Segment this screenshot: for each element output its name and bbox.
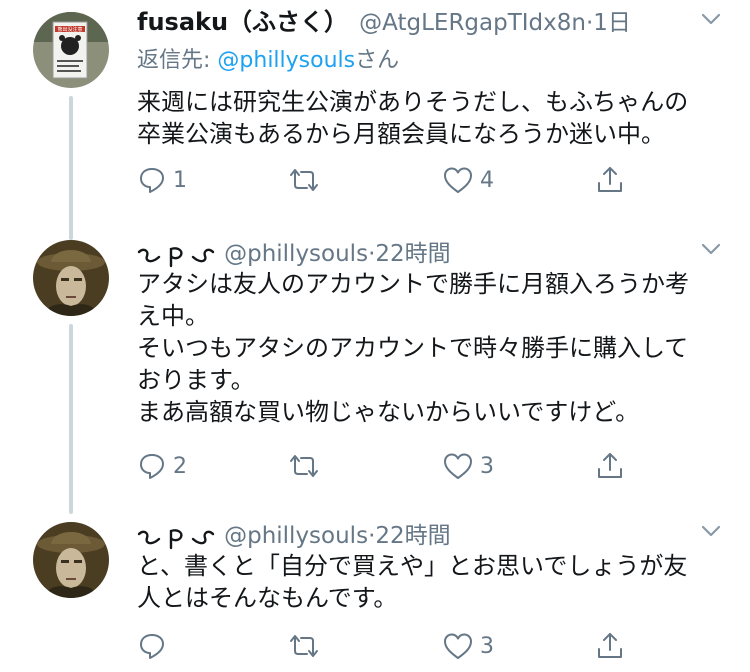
tweet-menu-button[interactable]: [700, 238, 722, 260]
like-icon: [444, 453, 472, 479]
user-handle[interactable]: @AtgLERgapTIdx8n: [359, 10, 586, 36]
like-icon: [444, 633, 472, 659]
like-icon: [444, 167, 472, 193]
tweet-text-line: おります。: [137, 366, 255, 394]
tweet-actions: 1 4: [137, 164, 637, 196]
reply-prefix: 返信先:: [137, 48, 218, 73]
reply-count: 2: [173, 453, 187, 479]
like-button[interactable]: 3: [442, 630, 494, 662]
tweet-text: アタシは友人のアカウントで勝手に月額入ろうか考 え中。 そいつもアタシのアカウン…: [137, 268, 722, 428]
reply-button[interactable]: 2: [137, 450, 187, 482]
tweet-header: @phillysouls·22時間: [137, 516, 451, 552]
avatar-image: [33, 522, 109, 598]
tweet-text: と、書くと「自分で買えや」とお思いでしょうが友 人とはそんなもんです。: [137, 550, 722, 614]
reply-user-link[interactable]: @phillysouls: [217, 48, 355, 73]
chevron-down-icon: [701, 13, 721, 25]
avatar[interactable]: [33, 240, 109, 316]
tweet-1[interactable]: 熊出没注意 fusaku（ふさく） @AtgLERgapTIdx8n·1日 返信…: [0, 0, 750, 224]
chevron-down-icon: [701, 525, 721, 537]
like-count: 3: [480, 453, 494, 479]
tweet-actions: 3: [137, 630, 637, 662]
tweet-text: 来週には研究生公演がありそうだし、もふちゃんの 卒業公演もあるから月額会員になろ…: [137, 86, 722, 150]
reply-count: 1: [173, 167, 187, 193]
display-name[interactable]: fusaku（ふさく）: [137, 8, 348, 36]
like-count: 4: [480, 167, 494, 193]
tweet-3[interactable]: @phillysouls·22時間 と、書くと「自分で買えや」とお思いでしょうが…: [0, 510, 750, 672]
retweet-button[interactable]: [287, 450, 327, 482]
share-button[interactable]: [595, 630, 625, 662]
tweet-actions: 2 3: [137, 450, 637, 482]
reply-icon: [140, 168, 164, 193]
timestamp[interactable]: 1日: [593, 10, 631, 36]
tweet-text-line: 卒業公演もあるから月額会員になろうか迷い中。: [137, 120, 665, 148]
tweet-text-line: そいつもアタシのアカウントで時々勝手に購入して: [137, 334, 689, 362]
username-emoji-icon[interactable]: [137, 526, 215, 552]
tweet-menu-button[interactable]: [700, 8, 722, 30]
chevron-down-icon: [701, 243, 721, 255]
retweet-button[interactable]: [287, 164, 327, 196]
tweet-text-line: 来週には研究生公演がありそうだし、もふちゃんの: [137, 88, 689, 116]
thread-connector-top: [69, 220, 73, 240]
thread-connector: [69, 96, 73, 224]
user-handle[interactable]: @phillysouls: [224, 241, 368, 267]
retweet-icon: [290, 635, 318, 657]
reply-button[interactable]: 1: [137, 164, 187, 196]
tweet-text-line: まあ高額な買い物じゃないからいいですけど。: [137, 398, 640, 426]
avatar-sign-text: 熊出没注意: [57, 26, 82, 33]
tweet-text-line: アタシは友人のアカウントで勝手に月額入ろうか考: [137, 270, 689, 298]
share-button[interactable]: [595, 450, 625, 482]
tweet-header: @phillysouls·22時間: [137, 234, 451, 270]
tweet-text-line: 人とはそんなもんです。: [137, 584, 398, 612]
reply-icon: [140, 634, 164, 659]
avatar-image: 熊出没注意: [33, 12, 109, 88]
avatar[interactable]: [33, 522, 109, 598]
share-icon: [598, 453, 622, 478]
tweet-2[interactable]: @phillysouls·22時間 アタシは友人のアカウントで勝手に月額入ろうか…: [0, 220, 750, 514]
timestamp[interactable]: 22時間: [375, 523, 450, 549]
tweet-header: fusaku（ふさく） @AtgLERgapTIdx8n·1日: [137, 2, 631, 38]
reply-suffix: さん: [355, 48, 400, 73]
timestamp[interactable]: 22時間: [375, 241, 450, 267]
reply-button[interactable]: [137, 630, 173, 662]
tweet-text-line: と、書くと「自分で買えや」とお思いでしょうが友: [137, 552, 688, 580]
share-icon: [598, 633, 622, 658]
replying-to: 返信先: @phillysoulsさん: [137, 42, 399, 74]
like-button[interactable]: 4: [442, 164, 494, 196]
thread-connector-bottom: [69, 324, 73, 514]
reply-icon: [140, 454, 164, 479]
tweet-text-line: え中。: [137, 302, 209, 330]
share-button[interactable]: [595, 164, 625, 196]
retweet-icon: [290, 455, 318, 477]
user-handle[interactable]: @phillysouls: [224, 523, 368, 549]
share-icon: [598, 167, 622, 192]
like-count: 3: [480, 633, 494, 659]
retweet-icon: [290, 169, 318, 191]
like-button[interactable]: 3: [442, 450, 494, 482]
tweet-menu-button[interactable]: [700, 520, 722, 542]
avatar[interactable]: 熊出没注意: [33, 12, 109, 88]
username-emoji-icon[interactable]: [137, 244, 215, 270]
retweet-button[interactable]: [287, 630, 327, 662]
avatar-image: [33, 240, 109, 316]
